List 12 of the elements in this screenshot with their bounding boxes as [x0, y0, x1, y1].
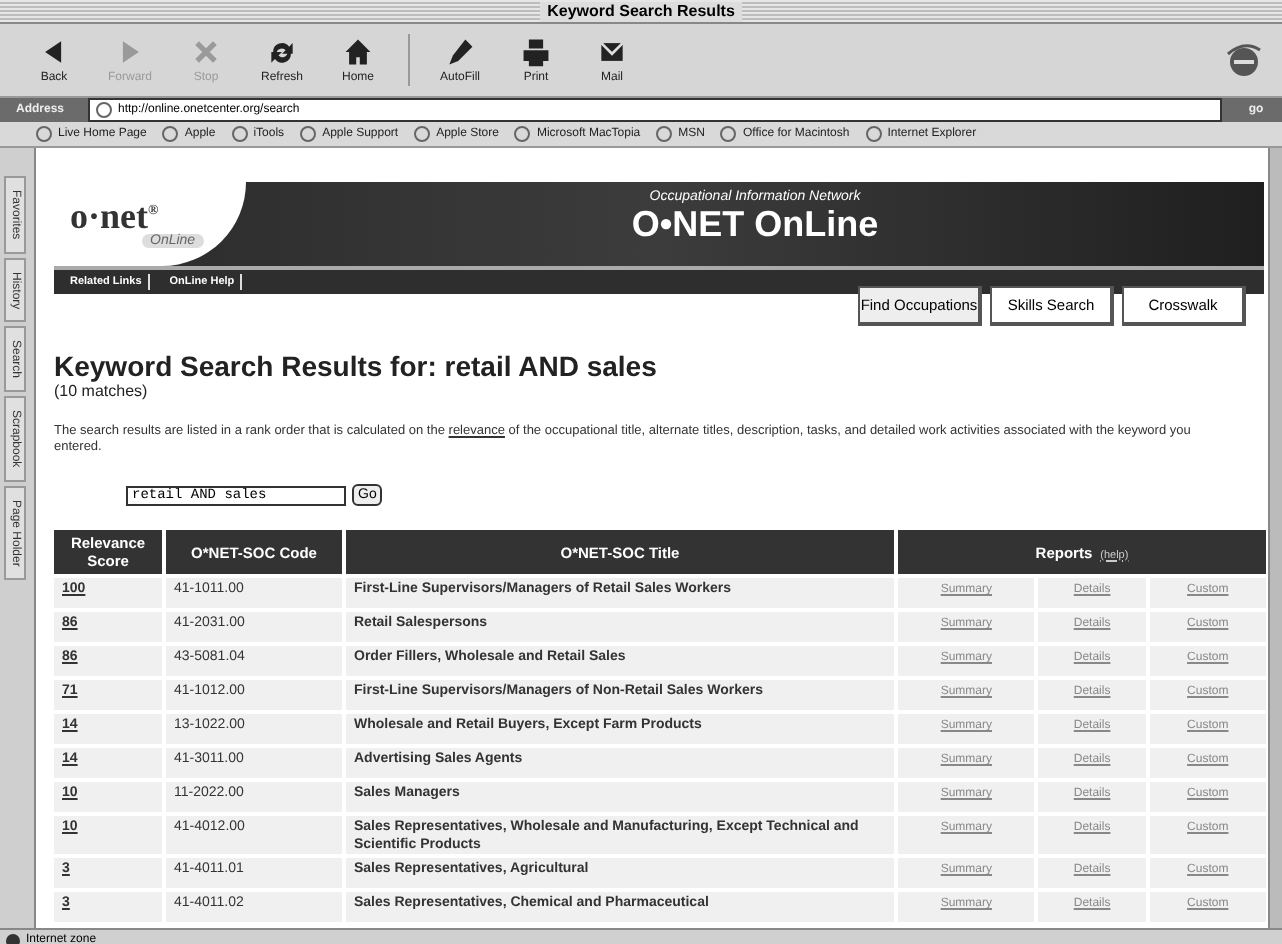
banner-title: O•NET OnLine: [631, 204, 879, 244]
page-heading: Keyword Search Results for: retail AND sales: [54, 350, 659, 382]
stop-icon: [190, 36, 222, 68]
print-icon: [520, 36, 552, 68]
scrollbar[interactable]: [1268, 148, 1282, 928]
home-icon: [342, 36, 374, 68]
window-title: Keyword Search Results: [539, 1, 743, 21]
browser-logo-icon: [1226, 42, 1262, 78]
autofill-icon: [444, 36, 476, 68]
site-logo: o·net$^{®}$: [70, 194, 159, 234]
zone-icon: [6, 933, 20, 944]
match-count: (10 matches): [54, 382, 150, 400]
